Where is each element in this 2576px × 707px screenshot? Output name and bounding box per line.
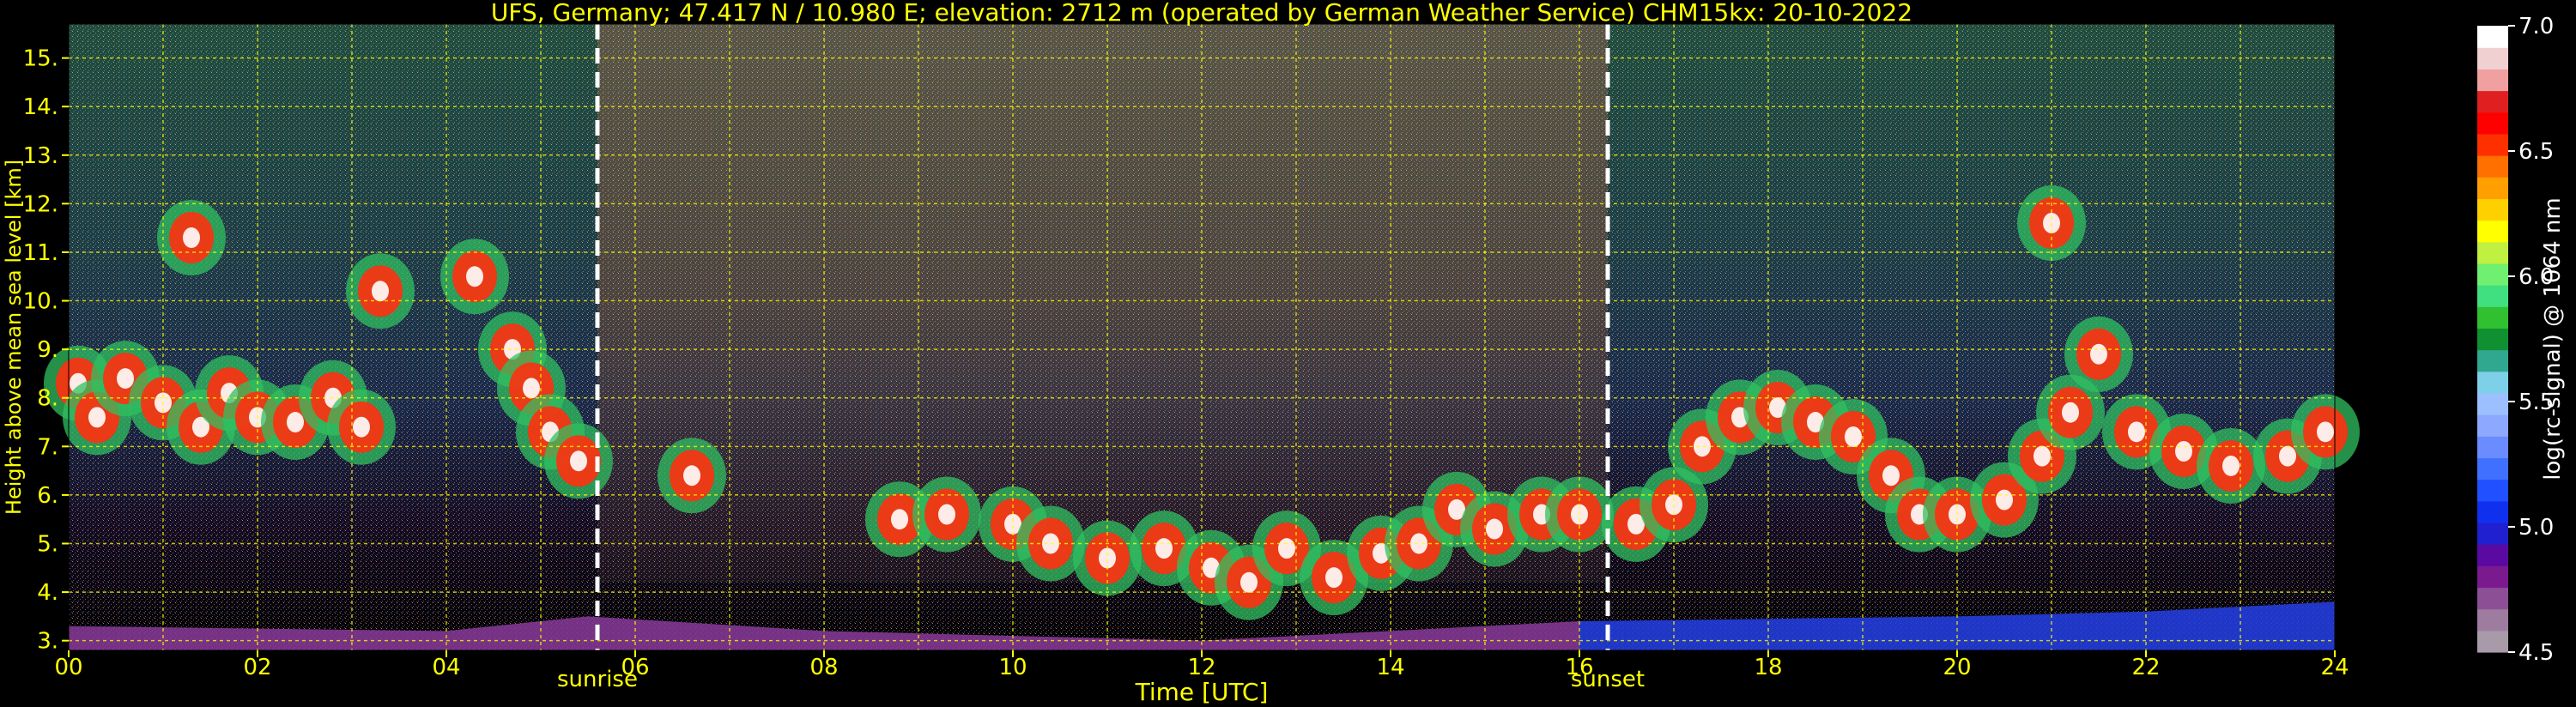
y-tick-label: 12. [23, 191, 58, 217]
y-tick-label: 15. [23, 46, 58, 72]
colorbar-cell [2477, 544, 2508, 566]
y-tick-label: 5. [37, 532, 58, 558]
colorbar-tick-label: 4.5 [2518, 640, 2554, 666]
x-tick-label: 22 [2131, 655, 2160, 680]
x-axis: 00 02 04 06 08 10 12 14 16 18 20 22 24 [54, 650, 2349, 680]
cloud-peak [2279, 445, 2296, 467]
colorbar-cell [2477, 371, 2508, 394]
cloud-peak [1240, 571, 1258, 593]
cloud-peak [466, 266, 483, 287]
colorbar-cell [2477, 479, 2508, 502]
y-tick-label: 3. [37, 629, 58, 655]
colorbar-cell [2477, 630, 2508, 653]
colorbar-cell [2477, 414, 2508, 437]
colorbar-cell [2477, 198, 2508, 221]
colorbar-cell [2477, 565, 2508, 589]
cloud-peak [2317, 421, 2334, 443]
x-tick-label: 02 [243, 655, 271, 680]
chart-title: UFS, Germany; 47.417 N / 10.980 E; eleva… [491, 0, 1912, 27]
colorbar-cell [2477, 306, 2508, 329]
cloud-peak [2062, 402, 2079, 423]
cloud-peak [117, 368, 134, 390]
lidar-chart: sunrise sunset 00 02 04 06 08 10 12 14 16 18 20 22 24… [2, 0, 2566, 706]
y-tick-label: 13. [23, 143, 58, 169]
colorbar-cell [2477, 26, 2508, 48]
cloud-peak [2222, 455, 2240, 476]
cloud-peak [2128, 421, 2145, 443]
y-tick-label: 6. [37, 483, 58, 509]
x-tick-label: 24 [2320, 655, 2349, 680]
colorbar-cell [2477, 263, 2508, 286]
colorbar-cell [2477, 241, 2508, 264]
y-tick-label: 9. [37, 337, 58, 363]
colorbar-cell [2477, 500, 2508, 523]
colorbar: 4.55.05.56.06.57.0 log(rc-signal) @ 1064… [2477, 14, 2566, 666]
colorbar-tick-label: 6.5 [2518, 139, 2554, 165]
plot-area: sunrise sunset [44, 23, 2360, 692]
cloud-peak [1155, 538, 1173, 559]
cloud-peak [287, 412, 304, 433]
cloud-peak [683, 465, 700, 486]
cloud-peak [1099, 547, 1116, 569]
cloud-peak [891, 509, 908, 530]
x-tick-label: 08 [809, 655, 838, 680]
y-tick-label: 11. [23, 240, 58, 266]
colorbar-tick-label: 5.0 [2518, 515, 2554, 541]
y-axis-label: Height above mean sea level [km] [2, 160, 26, 515]
x-tick-label: 20 [1943, 655, 1971, 680]
colorbar-cell [2477, 69, 2508, 92]
cloud-peak [2175, 440, 2192, 462]
cloud-peak [1486, 518, 1503, 540]
colorbar-cell [2477, 177, 2508, 199]
cloud-peak [1882, 465, 1900, 486]
cloud-peak [2090, 343, 2107, 365]
colorbar-cell [2477, 522, 2508, 545]
colorbar-cell [2477, 220, 2508, 243]
colorbar-cell [2477, 436, 2508, 459]
colorbar-tick-label: 7.0 [2518, 14, 2554, 39]
x-tick-label: 12 [1187, 655, 1215, 680]
colorbar-cell [2477, 155, 2508, 178]
y-tick-label: 14. [23, 94, 58, 120]
y-tick-label: 7. [37, 434, 58, 460]
cloud-peak [372, 281, 389, 302]
x-tick-label: 04 [432, 655, 460, 680]
y-tick-label: 10. [23, 289, 58, 315]
x-tick-label: 10 [998, 655, 1027, 680]
colorbar-cell [2477, 587, 2508, 610]
x-tick-label: 16 [1565, 655, 1593, 680]
cloud-peak [1996, 489, 2013, 511]
colorbar-cell [2477, 608, 2508, 631]
colorbar-cell [2477, 90, 2508, 113]
cloud-peak [1325, 567, 1343, 589]
cloud-peak [1278, 538, 1295, 559]
y-tick-label: 4. [37, 580, 58, 606]
colorbar-cell [2477, 349, 2508, 372]
cloud-peak [570, 450, 587, 472]
colorbar-cell [2477, 392, 2508, 415]
cloud-peak [88, 407, 106, 428]
colorbar-label: log(rc-signal) @ 1064 nm [2540, 197, 2566, 480]
x-tick-label: 00 [54, 655, 82, 680]
cloud-peak [1410, 533, 1427, 554]
x-tick-label: 14 [1376, 655, 1404, 680]
x-axis-label: Time [UTC] [1135, 678, 1269, 706]
x-tick-label: 18 [1754, 655, 1782, 680]
cloud-peak [523, 378, 540, 399]
colorbar-cell [2477, 328, 2508, 351]
colorbar-cell [2477, 133, 2508, 156]
colorbar-cell [2477, 112, 2508, 135]
colorbar-cell [2477, 47, 2508, 69]
x-tick-label: 06 [621, 655, 649, 680]
y-tick-label: 8. [37, 386, 58, 412]
cloud-peak [938, 504, 955, 525]
colorbar-cell [2477, 457, 2508, 480]
cloud-peak [2034, 445, 2051, 467]
cloud-peak [353, 416, 370, 438]
colorbar-cell [2477, 285, 2508, 307]
cloud-peak [1845, 426, 1862, 448]
cloud-peak [183, 227, 200, 248]
